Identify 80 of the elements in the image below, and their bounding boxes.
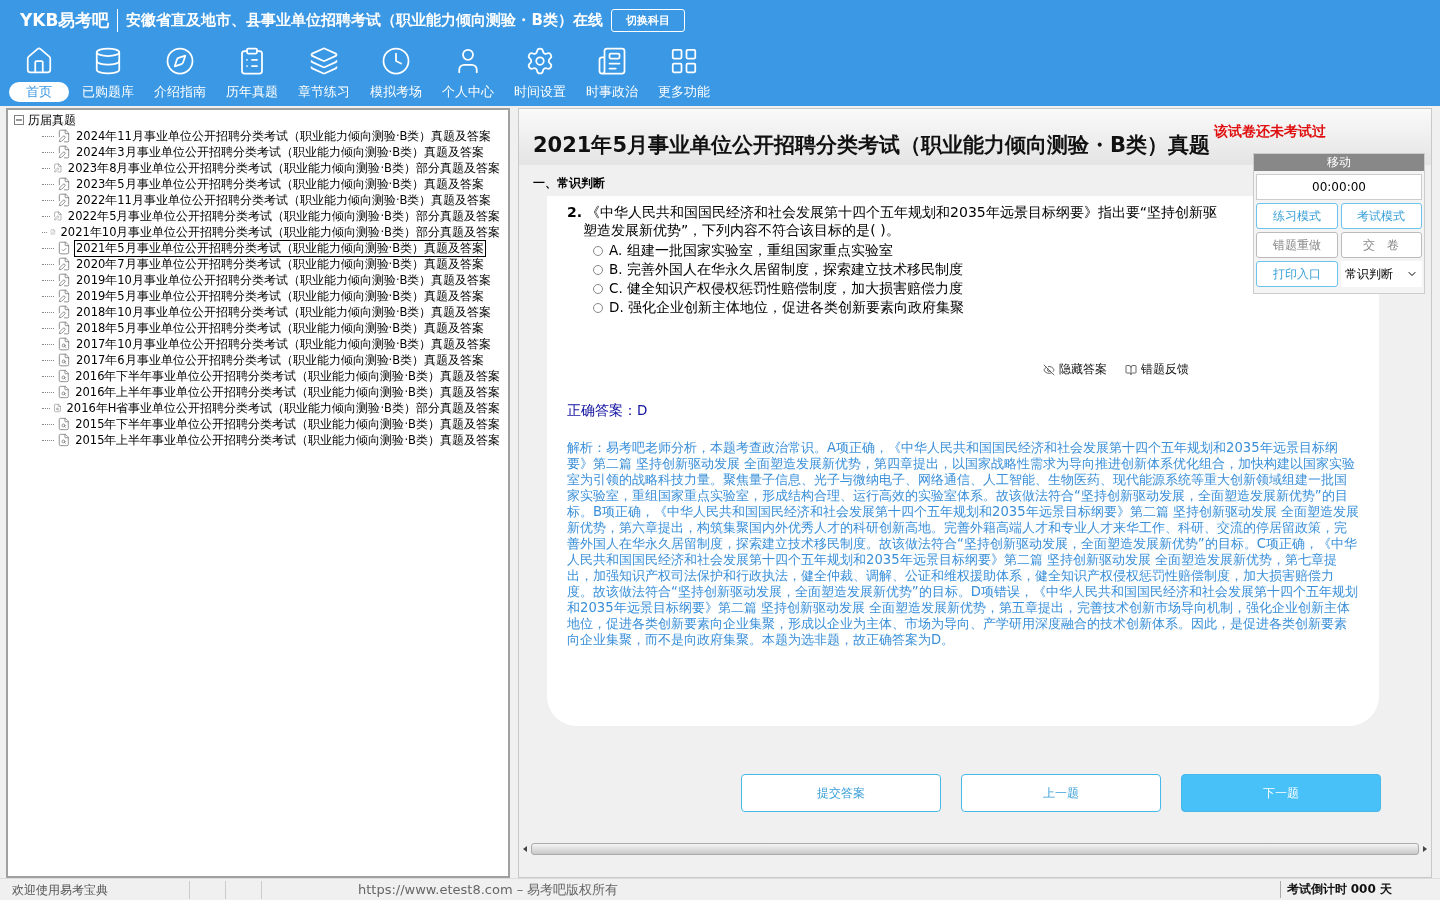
tree-root-label[interactable]: 历届真题	[28, 111, 76, 129]
file-edit-icon	[53, 209, 63, 223]
newspaper-icon	[597, 46, 627, 76]
file-search-icon	[56, 433, 71, 447]
radio-button[interactable]	[593, 265, 603, 275]
book-icon	[1125, 363, 1137, 376]
tree-item[interactable]: 2024年3月事业单位公开招聘分类考试（职业能力倾向测验·B类）真题及答案	[74, 143, 487, 161]
exam-title: 2021年5月事业单位公开招聘分类考试（职业能力倾向测验・B类）真题	[533, 132, 1211, 159]
tree-item[interactable]: 2021年10月事业单位公开招聘分类考试（职业能力倾向测验·B类）部分真题及答案	[58, 223, 502, 241]
database-icon	[93, 46, 123, 76]
question-text: 塑造发展新优势”，下列内容不符合该目标的是( )。	[582, 222, 901, 240]
question-number: 2.	[567, 204, 583, 222]
collapse-toggle-icon[interactable]	[14, 115, 24, 125]
file-edit-icon	[57, 257, 71, 271]
file-edit-icon	[57, 129, 71, 143]
section-select[interactable]: 常识判断	[1340, 261, 1422, 287]
app-logo: YKB易考吧	[20, 8, 119, 32]
tree-item[interactable]: 2020年7月事业单位公开招聘分类考试（职业能力倾向测验·B类）真题及答案	[74, 255, 487, 273]
panel-drag-header[interactable]: 移动	[1254, 154, 1424, 171]
correct-answer: 正确答案：D	[567, 401, 649, 420]
copyright-text: https://www.etest8.com – 易考吧版权所有	[357, 880, 620, 899]
tree-item[interactable]: 2023年5月事业单位公开招聘分类考试（职业能力倾向测验·B类）真题及答案	[74, 175, 487, 193]
tree-item[interactable]: 2022年11月事业单位公开招聘分类考试（职业能力倾向测验·B类）真题及答案	[74, 191, 494, 209]
tree-item[interactable]: 2023年8月事业单位公开招聘分类考试（职业能力倾向测验·B类）部分真题及答案	[65, 159, 502, 177]
radio-button[interactable]	[593, 303, 603, 313]
tree-item[interactable]: 2019年10月事业单位公开招聘分类考试（职业能力倾向测验·B类）真题及答案	[74, 271, 494, 289]
settings-icon	[525, 46, 555, 76]
tree-item[interactable]: 2017年10月事业单位公开招聘分类考试（职业能力倾向测验·B类）真题及答案	[74, 335, 494, 353]
file-search-icon	[57, 337, 71, 351]
tree-item[interactable]: 2018年10月事业单位公开招聘分类考试（职业能力倾向测验·B类）真题及答案	[74, 303, 494, 321]
tree-item[interactable]: 2015年下半年事业单位公开招聘分类考试（职业能力倾向测验·B类）真题及答案	[73, 415, 502, 433]
option-label[interactable]: A. 组建一批国家实验室，重组国家重点实验室	[609, 242, 893, 260]
tree-item[interactable]: 2022年5月事业单位公开招聘分类考试（职业能力倾向测验·B类）部分真题及答案	[65, 207, 502, 225]
horizontal-scrollbar[interactable]	[531, 843, 1419, 855]
tree-item[interactable]: 2021年5月事业单位公开招聘分类考试（职业能力倾向测验·B类）真题及答案	[74, 239, 487, 257]
tree-item[interactable]: 2019年5月事业单位公开招聘分类考试（职业能力倾向测验·B类）真题及答案	[74, 287, 487, 305]
hide-answer-button[interactable]: 隐藏答案	[1043, 361, 1107, 378]
scroll-left-icon[interactable]	[523, 846, 527, 852]
tree-item[interactable]: 2016年下半年事业单位公开招聘分类考试（职业能力倾向测验·B类）真题及答案	[73, 367, 502, 385]
file-edit-icon	[57, 273, 71, 287]
tree-item[interactable]: 2018年5月事业单位公开招聘分类考试（职业能力倾向测验·B类）真题及答案	[74, 319, 487, 337]
radio-button[interactable]	[593, 246, 603, 256]
file-search-icon	[52, 401, 62, 415]
clock-icon	[381, 46, 411, 76]
tree-item[interactable]: 2016年H省事业单位公开招聘分类考试（职业能力倾向测验·B类）部分真题及答案	[64, 399, 502, 417]
file-check-icon	[57, 241, 71, 255]
app-title: 安徽省直及地市、县事业单位招聘考试（职业能力倾向测验・B类）在线	[126, 10, 603, 30]
radio-button[interactable]	[593, 284, 603, 294]
report-error-button[interactable]: 错题反馈	[1125, 361, 1189, 378]
tree-item[interactable]: 2016年上半年事业单位公开招聘分类考试（职业能力倾向测验·B类）真题及答案	[73, 383, 502, 401]
file-edit-icon	[57, 305, 71, 319]
file-edit-icon	[57, 177, 71, 191]
scroll-right-icon[interactable]	[1423, 846, 1427, 852]
file-search-icon	[56, 369, 71, 383]
grid-icon	[669, 46, 699, 76]
file-edit-icon	[57, 289, 71, 303]
timer-display: 00:00:00	[1256, 174, 1422, 200]
question-text: 《中华人民共和国国民经济和社会发展第十四个五年规划和2035年远景目标纲要》指出要“坚持创新驱	[586, 204, 1217, 222]
section-heading: 一、常识判断	[533, 176, 605, 190]
analysis-text: 解析：易考吧老师分析，本题考查政治常识。A项正确，《中华人民共和国国民经济和社会发展第十四个五年规划和2035年远景目标纲要》第二篇 坚持创新驱动发展 全面塑造发展新优势，第四章提出，以国家战略性需求为导向推进创新体系优化组合，加快构建以国家实验室为引领的战略科技力量。聚焦量子信息、光子与微纳电子、网络通信、人工智能、生物医药、现代能源系统等重大创新领域组建一批国家实验室，重组国家重点实验室，形成结构合理、运行高效的实验室体系。故该做法符合“坚持创新驱动发展，全面塑造发展新优势”的目标。B项正确，《中华人民共和国国民经济和社会发展第十四个五年规划和2035年远景目标纲要》第二篇 坚持创新驱动发展 全面塑造发展新优势，第六章提出，构筑集聚国内外优秀人才的科研创新高地。完善外籍高端人才和专业人才来华工作、科研、交流的停居留政策，完善外国人在华永久居留制度，探索建立技术移民制度。故该做法符合“坚持创新驱动发展，全面塑造发展新优势”的目标。C项正确，《中华人民共和国国民经济和社会发展第十四个五年规划和2035年远景目标纲要》第二篇 坚持创新驱动发展 全面塑造发展新优势，第七章提出，加强知识产权司法保护和行政执法，健全仲裁、调解、公证和维权援助体系，健全知识产权侵权惩罚性赔偿制度，加大损害赔偿力度。故该做法符合“坚持创新驱动发展，全面塑造发展新优势”的目标。D项错误，《中华人民共和国国民经济和社会发展第十四个五年规划和2035年远景目标纲要》第二篇 坚持创新驱动发展 全面塑造发展新优势，第五章提出，完善技术创新市场导向机制，强化企业创新主体地位，促进各类创新要素向企业集聚，形成以企业为主体、市场为导向、产学研用深度融合的技术创新体系。因此，是促进各类创新要素向企业集聚，而不是向政府集聚。本题为选非题，故正确答案为D。	[567, 439, 1359, 648]
file-edit-icon	[53, 161, 63, 175]
file-search-icon	[56, 385, 71, 399]
tree-item[interactable]: 2015年上半年事业单位公开招聘分类考试（职业能力倾向测验·B类）真题及答案	[73, 431, 502, 449]
file-edit-icon	[57, 145, 71, 159]
option-label[interactable]: B. 完善外国人在华永久居留制度，探索建立技术移民制度	[609, 261, 963, 279]
countdown-text: 考试倒计时 000 天	[1279, 881, 1440, 898]
option-label[interactable]: D. 强化企业创新主体地位，促进各类创新要素向政府集聚	[609, 299, 964, 317]
eye-off-icon	[1043, 363, 1055, 376]
exam-status-note: 该试卷还未考试过	[1213, 123, 1327, 141]
tree-item[interactable]: 2024年11月事业单位公开招聘分类考试（职业能力倾向测验·B类）真题及答案	[74, 127, 494, 145]
file-edit-icon	[57, 193, 71, 207]
option-label[interactable]: C. 健全知识产权侵权惩罚性赔偿制度，加大损害赔偿力度	[609, 280, 963, 298]
compass-icon	[165, 46, 195, 76]
welcome-text: 欢迎使用易考宝典	[0, 880, 190, 899]
file-search-icon	[56, 417, 71, 431]
file-search-icon	[57, 353, 71, 367]
layers-icon	[309, 46, 339, 76]
tree-item[interactable]: 2017年6月事业单位公开招聘分类考试（职业能力倾向测验·B类）真题及答案	[74, 351, 487, 369]
file-edit-icon	[57, 321, 71, 335]
home-icon	[24, 46, 54, 76]
